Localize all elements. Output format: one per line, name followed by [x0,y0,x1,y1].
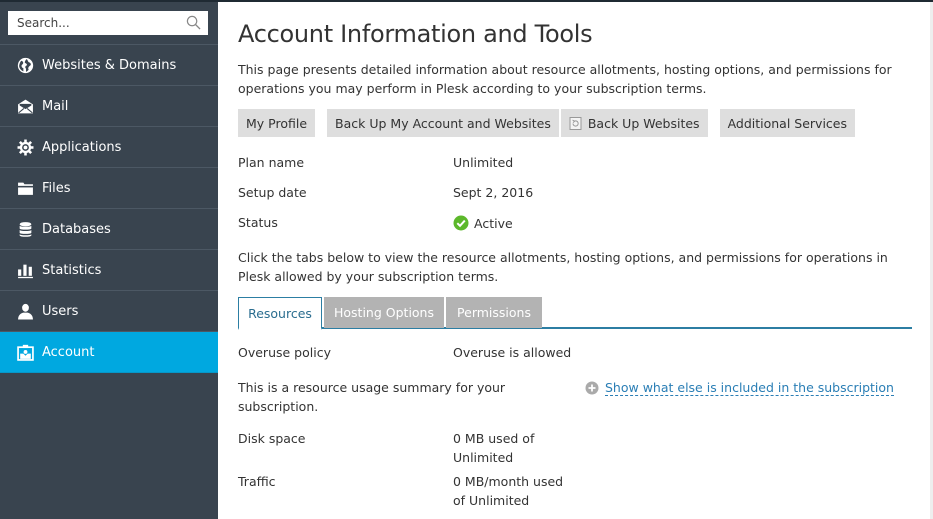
tab-hosting-options[interactable]: Hosting Options [324,297,444,328]
database-icon [17,221,34,238]
tabs-description: Click the tabs below to view the resourc… [238,250,888,284]
additional-services-button[interactable]: Additional Services [719,109,855,137]
page-description: This page presents detailed information … [238,62,892,96]
backup-websites-label: Back Up Websites [587,115,700,131]
sidebar-item-mail[interactable]: Mail [0,86,218,127]
traffic-value: 0 MB/month used of Unlimited [453,474,564,508]
sidebar-item-account[interactable]: Account [0,332,218,373]
user-icon [17,303,34,320]
search-input[interactable] [8,11,208,35]
globe-icon [17,57,34,74]
my-profile-button[interactable]: My Profile [238,109,316,137]
setup-date-value: Sept 2, 2016 [453,185,534,200]
sidebar-item-label: Websites & Domains [42,57,177,73]
toolbar: My Profile Back Up My Account and Websit… [238,109,857,137]
bar-chart-icon [17,262,34,279]
sidebar-item-label: Databases [42,221,111,237]
backup-account-button[interactable]: Back Up My Account and Websites [327,109,559,137]
status-value: Active [474,215,513,231]
tab-bar: Resources Hosting Options Permissions [238,297,912,330]
sidebar-item-label: Files [42,180,71,196]
account-badge-icon [17,344,34,361]
plan-name-value: Unlimited [453,155,514,170]
sidebar-item-label: Applications [42,139,122,155]
mail-icon [17,98,34,115]
sidebar-item-label: Account [42,344,95,360]
search-container [0,0,218,45]
show-included-link[interactable]: Show what else is included in the subscr… [585,380,894,396]
backup-websites-button[interactable]: Back Up Websites [560,109,708,137]
backup-account-label: Back Up My Account and Websites [335,115,551,131]
setup-date-label: Setup date [238,185,307,200]
tab-label: Hosting Options [334,305,434,320]
tab-label: Permissions [457,305,531,320]
status-badge: Active [453,215,513,231]
page-title: Account Information and Tools [238,20,593,48]
sidebar-item-statistics[interactable]: Statistics [0,250,218,291]
plus-circle-icon [585,381,599,395]
backup-icon [569,116,582,130]
tab-label: Resources [248,305,312,321]
sidebar-item-users[interactable]: Users [0,291,218,332]
plan-name-label: Plan name [238,155,305,170]
tab-permissions[interactable]: Permissions [446,297,542,328]
folder-icon [17,180,34,197]
my-profile-label: My Profile [246,115,308,131]
check-circle-icon [453,215,469,231]
tab-resources[interactable]: Resources [238,297,322,330]
sidebar-item-databases[interactable]: Databases [0,209,218,250]
additional-services-label: Additional Services [727,115,847,131]
top-border [0,0,933,2]
search-icon[interactable] [186,15,201,30]
disk-space-value: 0 MB used of Unlimited [453,431,535,465]
sidebar-item-applications[interactable]: Applications [0,127,218,168]
show-included-text: Show what else is included in the subscr… [605,380,894,396]
gear-icon [17,139,34,156]
status-label: Status [238,215,278,230]
sidebar-item-label: Mail [42,98,69,114]
summary-text: This is a resource usage summary for you… [238,380,506,414]
sidebar-item-files[interactable]: Files [0,168,218,209]
search-box [8,11,208,35]
sidebar-item-label: Statistics [42,262,102,278]
sidebar: Websites & Domains Mail Applications Fil… [0,0,218,519]
sidebar-item-label: Users [42,303,79,319]
overuse-value: Overuse is allowed [453,345,572,360]
sidebar-item-websites-domains[interactable]: Websites & Domains [0,45,218,86]
